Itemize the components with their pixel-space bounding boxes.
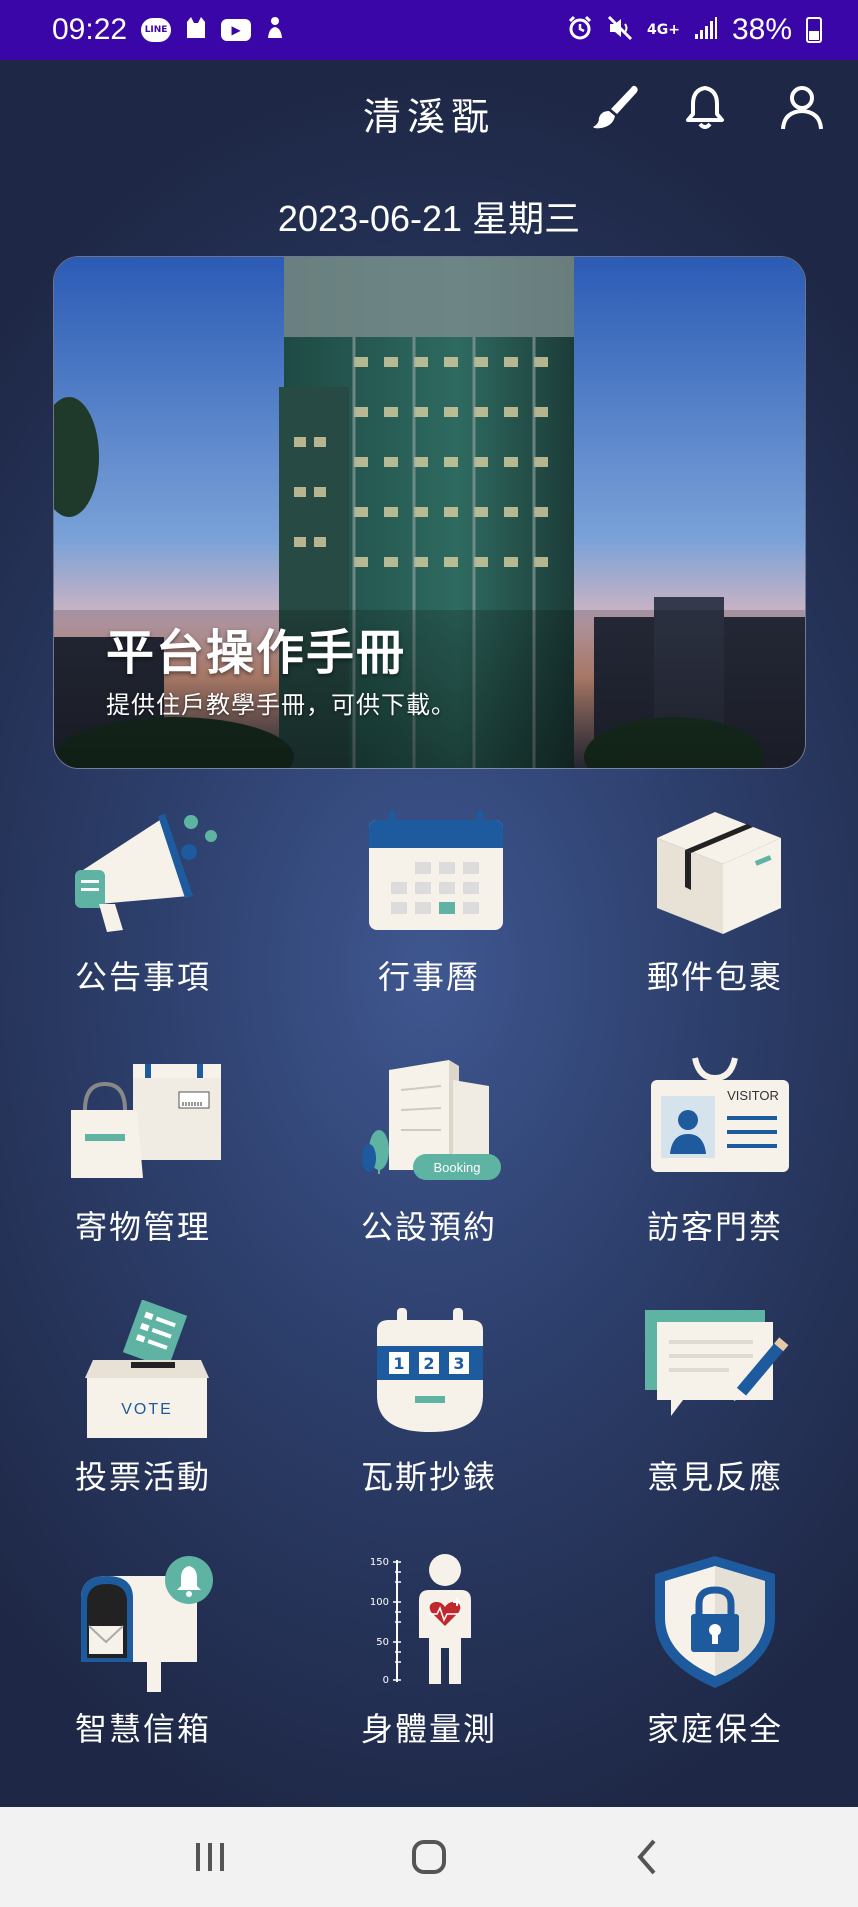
banner-subtitle: 提供住戶教學手冊，可供下載。: [106, 691, 456, 719]
person-icon: [265, 16, 285, 44]
battery-icon: [806, 17, 822, 43]
main-screen: 清溪翫 2023-06-21 星期三 平台操作手冊 提供住戶教學手冊，可供下載。…: [0, 60, 858, 1807]
body-measurement-icon: 150 100 50 0: [370, 1554, 471, 1686]
meter-digit: 3: [453, 1354, 464, 1373]
status-time: 09:22: [52, 13, 128, 46]
storage-bags-icon: [71, 1064, 221, 1178]
menu-item-storage[interactable]: 寄物管理: [23, 1050, 263, 1280]
visitor-badge-icon: VISITOR: [651, 1057, 789, 1172]
menu-label: 行事曆: [377, 958, 480, 996]
scale-label: 100: [370, 1597, 389, 1608]
menu-item-gas-meter[interactable]: 1 2 3 瓦斯抄錶: [309, 1300, 549, 1530]
megaphone-icon: [75, 814, 217, 932]
menu-label: 身體量測: [360, 1710, 497, 1748]
menu-label: 家庭保全: [646, 1710, 783, 1748]
menu-label: 公設預約: [360, 1208, 497, 1246]
menu-label: 寄物管理: [74, 1208, 211, 1246]
banner-title: 平台操作手冊: [106, 625, 407, 681]
meter-digit: 1: [393, 1354, 404, 1373]
vote-badge: VOTE: [121, 1401, 173, 1418]
security-shield-icon: [655, 1556, 775, 1688]
menu-item-visitor-access[interactable]: VISITOR 訪客門禁: [595, 1050, 835, 1280]
4g-icon: 4G+: [646, 22, 680, 38]
cat-icon: [185, 16, 207, 44]
menu-item-body-measurement[interactable]: 150 100 50 0 身體量測: [309, 1552, 549, 1782]
calendar-icon: [369, 810, 503, 930]
battery-percent: 38%: [731, 13, 792, 46]
bell-icon[interactable]: [675, 78, 735, 138]
menu-item-voting[interactable]: VOTE 投票活動: [23, 1300, 263, 1530]
menu-label: 智慧信箱: [74, 1710, 211, 1748]
facility-booking-icon: Booking: [362, 1060, 501, 1180]
brush-icon[interactable]: [585, 78, 645, 138]
scale-label: 50: [376, 1637, 389, 1648]
menu-item-mail-packages[interactable]: 郵件包裹: [595, 800, 835, 1030]
line-icon: LINE: [141, 18, 172, 42]
booking-badge: Booking: [434, 1160, 481, 1175]
gas-meter-icon: 1 2 3: [377, 1308, 483, 1432]
menu-item-announcements[interactable]: 公告事項: [23, 800, 263, 1030]
youtube-icon: ▶: [221, 19, 252, 41]
menu-label: 訪客門禁: [646, 1208, 783, 1246]
menu-label: 投票活動: [74, 1458, 211, 1496]
feedback-icon: [645, 1310, 789, 1416]
ballot-box-icon: VOTE: [85, 1300, 209, 1438]
system-nav-bar: [0, 1807, 858, 1907]
menu-label: 瓦斯抄錶: [360, 1458, 497, 1496]
status-right: 4G+ 38%: [567, 13, 822, 47]
menu-item-facility-booking[interactable]: Booking 公設預約: [309, 1050, 549, 1280]
mute-icon: [607, 15, 633, 45]
user-icon[interactable]: [772, 78, 832, 138]
home-icon[interactable]: [389, 1827, 469, 1887]
menu-item-feedback[interactable]: 意見反應: [595, 1300, 835, 1530]
status-bar: 09:22 LINE ▶ 4G+ 38%: [0, 0, 858, 60]
alarm-icon: [567, 15, 593, 45]
back-icon[interactable]: [608, 1827, 688, 1887]
manual-banner[interactable]: 平台操作手冊 提供住戶教學手冊，可供下載。: [53, 256, 806, 769]
visitor-badge: VISITOR: [727, 1088, 779, 1103]
menu-item-smart-mailbox[interactable]: 智慧信箱: [23, 1552, 263, 1782]
package-icon: [657, 812, 781, 934]
menu-label: 公告事項: [74, 958, 211, 996]
smart-mailbox-icon: [81, 1556, 213, 1692]
menu-label: 郵件包裹: [646, 958, 783, 996]
menu-label: 意見反應: [646, 1458, 783, 1496]
app-header: 清溪翫: [0, 60, 858, 156]
menu-item-home-security[interactable]: 家庭保全: [595, 1552, 835, 1782]
meter-digit: 2: [423, 1354, 434, 1373]
scale-label: 150: [370, 1557, 389, 1568]
menu-item-calendar[interactable]: 行事曆: [309, 800, 549, 1030]
scale-label: 0: [383, 1675, 389, 1686]
signal-icon: [694, 16, 718, 44]
current-date: 2023-06-21 星期三: [277, 198, 581, 239]
status-left: 09:22 LINE ▶: [52, 13, 285, 47]
recent-apps-icon[interactable]: [170, 1827, 250, 1887]
